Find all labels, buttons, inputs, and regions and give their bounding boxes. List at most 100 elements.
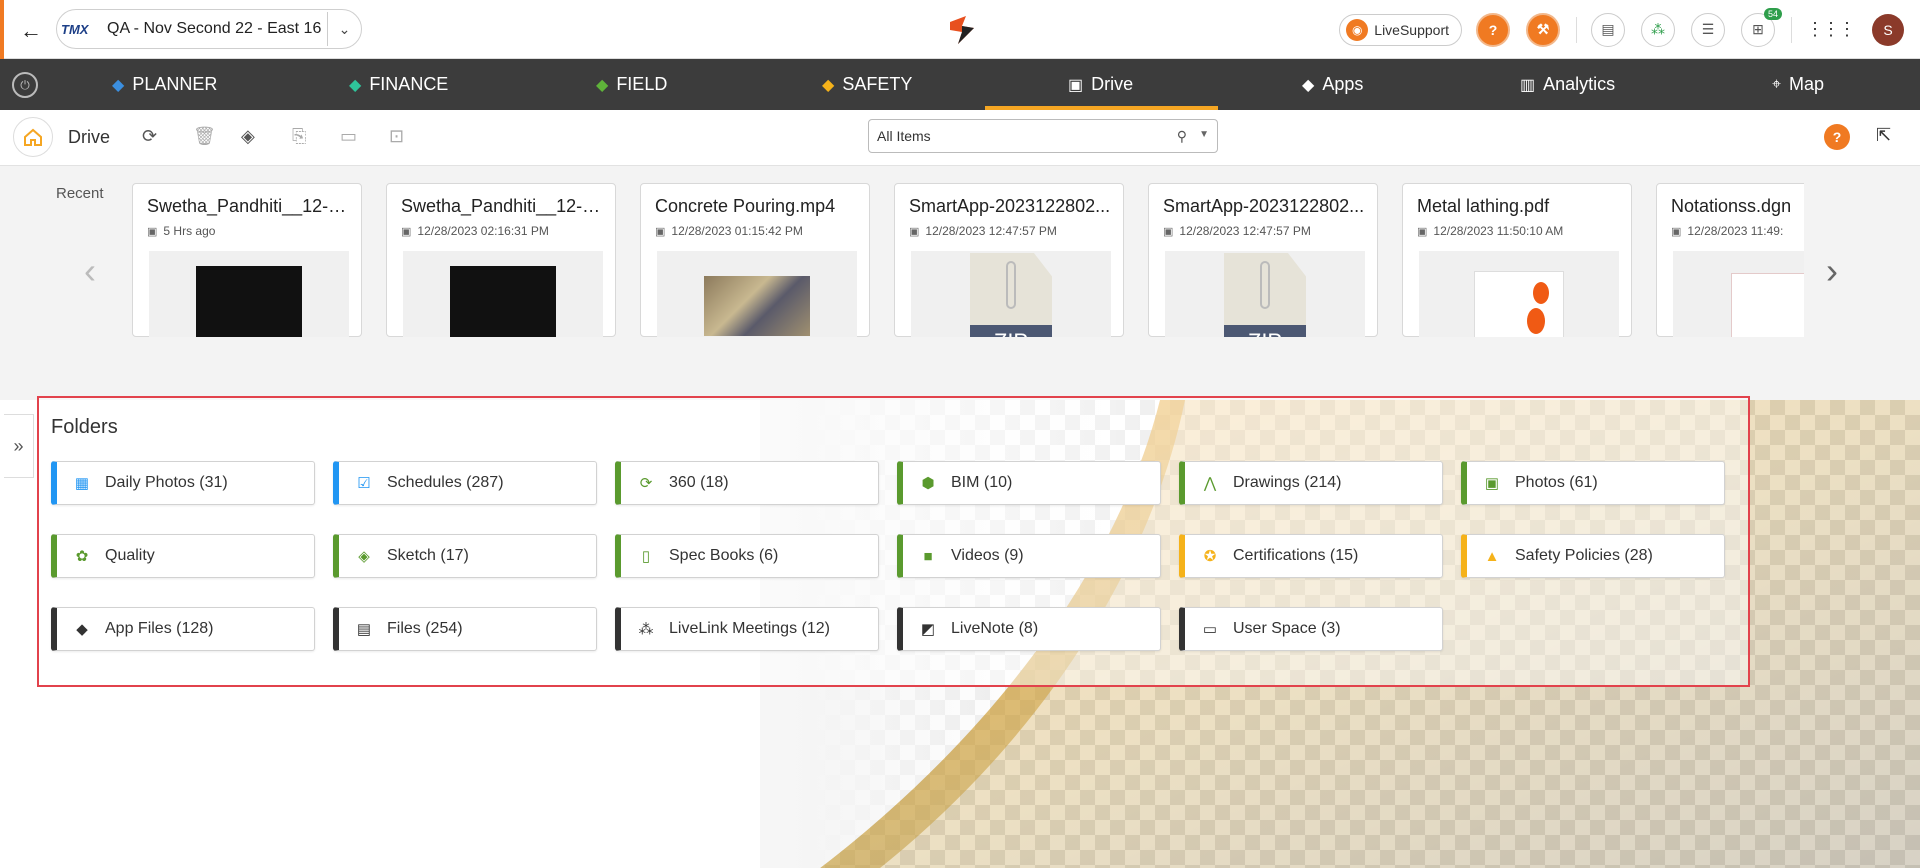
chevron-right-icon[interactable]: › (1826, 250, 1838, 292)
chevron-down-icon[interactable]: ⌄ (327, 12, 361, 46)
card-time-text: 12/28/2023 02:16:31 PM (417, 224, 549, 238)
copy-icon[interactable]: ⎘ (292, 126, 306, 147)
tab-field[interactable]: ◆ FIELD (596, 59, 667, 110)
video-thumb (196, 266, 302, 337)
tab-finance[interactable]: ◆ FINANCE (349, 59, 448, 110)
external-link-icon[interactable]: ⇱ (1876, 125, 1891, 146)
gear-badge-icon: ✿ (75, 548, 89, 565)
folder-tile[interactable]: ▯ Spec Books (6) (615, 534, 879, 578)
dgn-thumb (1731, 273, 1804, 337)
folder-tile[interactable]: ▤ Files (254) (333, 607, 597, 651)
help-icon[interactable]: ? (1824, 124, 1850, 150)
tab-apps[interactable]: ◆ Apps (1302, 59, 1363, 110)
scanner-icon[interactable]: ▤ (1591, 12, 1625, 47)
tab-drive[interactable]: ▣ Drive (1068, 59, 1133, 110)
app-grid-icon[interactable]: ⋮⋮⋮ (1806, 19, 1856, 40)
card-thumbnail (149, 251, 349, 337)
caret-down-icon[interactable]: ▼ (1199, 129, 1209, 140)
refresh-icon[interactable]: ⟳ (142, 126, 157, 147)
recent-card[interactable]: Concrete Pouring.mp4 ▣ 12/28/2023 01:15:4… (640, 183, 870, 337)
folder-label: Files (254) (387, 620, 463, 637)
card-title: Metal lathing.pdf (1417, 196, 1550, 216)
folder-tile[interactable]: ☑ Schedules (287) (333, 461, 597, 505)
image-icon: ▣ (1484, 475, 1500, 492)
chevron-left-icon[interactable]: ‹ (84, 250, 96, 292)
nav-home-icon[interactable]: ⏻ (12, 72, 38, 98)
folder-tile[interactable]: ▲ Safety Policies (28) (1461, 534, 1725, 578)
zip-file-icon: ZIP (1224, 253, 1306, 337)
folder-tile[interactable]: ◩ LiveNote (8) (897, 607, 1161, 651)
filter-select[interactable]: All Items ⚲ ▼ (868, 119, 1218, 153)
project-selector[interactable]: TMX QA - Nov Second 22 - East 16 ⌄ (56, 9, 362, 49)
folder-tile[interactable]: ✿ Quality (51, 534, 315, 578)
clock-icon: ▣ (147, 226, 158, 238)
home-button[interactable] (13, 117, 53, 157)
drive-toolbar: Drive ⟳ 🗑 ◈ ⎘ ▭ ⊡ All Items ⚲ ▼ ? ⇱ (0, 110, 1920, 166)
folder-tile[interactable]: ▦ Daily Photos (31) (51, 461, 315, 505)
card-title: Concrete Pouring.mp4 (655, 196, 836, 216)
card-title: Notationss.dgn (1671, 196, 1792, 216)
cart-icon[interactable]: ⊞ 54 (1741, 7, 1782, 47)
tab-safety[interactable]: ◆ SAFETY (822, 59, 912, 110)
folder-tile[interactable]: ▭ User Space (3) (1179, 607, 1443, 651)
folder-move-icon[interactable]: ▭ (340, 126, 357, 147)
recent-card[interactable]: Swetha_Pandhiti__12-2... ▣ 5 Hrs ago (132, 183, 362, 337)
share-nodes-icon[interactable]: ⁂ (1641, 12, 1675, 47)
recent-card[interactable]: SmartApp-2023122802... ▣ 12/28/2023 12:47… (1148, 183, 1378, 337)
folder-tile[interactable]: ◈ Sketch (17) (333, 534, 597, 578)
hammer-icon[interactable]: ⚒ (1526, 12, 1560, 47)
live-support-button[interactable]: ◉ LiveSupport (1339, 13, 1462, 46)
folder-tile[interactable]: ⬢ BIM (10) (897, 461, 1161, 505)
recent-card[interactable]: Swetha_Pandhiti__12-2... ▣ 12/28/2023 02:… (386, 183, 616, 337)
card-thumbnail: ZIP (911, 251, 1111, 337)
headset-icon: ◉ (1346, 18, 1369, 41)
back-arrow-icon[interactable]: ← (20, 18, 42, 44)
tab-map[interactable]: ⌖ Map (1772, 59, 1824, 110)
folder-tile[interactable]: ⟳ 360 (18) (615, 461, 879, 505)
card-time-text: 12/28/2023 11:50:10 AM (1433, 224, 1564, 238)
task-list-icon[interactable]: ☰ (1691, 12, 1725, 47)
rotate-360-icon: ⟳ (639, 475, 653, 492)
card-time: ▣ 12/28/2023 02:16:31 PM (401, 224, 611, 238)
folder-label: 360 (18) (669, 474, 729, 491)
move-icon[interactable]: ◈ (241, 126, 255, 147)
trash-icon[interactable]: 🗑 (193, 126, 216, 147)
accent-bar (0, 0, 4, 59)
folders-panel: Folders ▦ Daily Photos (31) ☑ Schedules (28… (37, 396, 1750, 687)
folder-label: User Space (3) (1233, 620, 1341, 637)
tab-label: PLANNER (132, 74, 218, 94)
folder-tile[interactable]: ▣ Photos (61) (1461, 461, 1725, 505)
recent-card[interactable]: Metal lathing.pdf ▣ 12/28/2023 11:50:10 A… (1402, 183, 1632, 337)
recent-section: Recent ‹ › Swetha_Pandhiti__12-2... ▣ 5 H… (0, 166, 1920, 400)
folder-tile[interactable]: ✪ Certifications (15) (1179, 534, 1443, 578)
note-image-icon: ◩ (920, 621, 936, 638)
expand-sidebar-icon[interactable]: » (4, 414, 34, 478)
card-thumbnail (403, 251, 603, 337)
calendar-check-icon: ☑ (357, 475, 371, 492)
card-time: ▣ 12/28/2023 11:49: (1671, 224, 1804, 238)
folder-label: App Files (128) (105, 620, 214, 637)
field-icon: ◆ (596, 76, 609, 94)
tab-analytics[interactable]: ▥ Analytics (1520, 59, 1615, 110)
search-icon[interactable]: ⚲ (1177, 128, 1187, 145)
drive-icon: ▭ (1202, 621, 1218, 638)
folder-tile[interactable]: ⋀ Drawings (214) (1179, 461, 1443, 505)
page-title: Drive (68, 127, 111, 147)
finance-icon: ◆ (349, 76, 362, 94)
card-title: Swetha_Pandhiti__12-2... (401, 196, 606, 216)
tab-label: Drive (1091, 74, 1134, 94)
lock-folder-icon[interactable]: ⊡ (389, 126, 404, 147)
folder-tile[interactable]: ⁂ LiveLink Meetings (12) (615, 607, 879, 651)
folder-label: Photos (61) (1515, 474, 1598, 491)
sketch-icon: ◈ (358, 548, 370, 565)
help-icon[interactable]: ? (1476, 12, 1510, 47)
zip-label: ZIP (970, 325, 1052, 337)
tab-planner[interactable]: ◆ PLANNER (112, 59, 217, 110)
recent-card[interactable]: SmartApp-2023122802... ▣ 12/28/2023 12:47… (894, 183, 1124, 337)
avatar[interactable]: S (1872, 13, 1904, 46)
folder-label: Quality (105, 547, 155, 564)
folder-tile[interactable]: ■ Videos (9) (897, 534, 1161, 578)
tab-label: Apps (1322, 74, 1364, 94)
folder-tile[interactable]: ◆ App Files (128) (51, 607, 315, 651)
recent-card[interactable]: Notationss.dgn ▣ 12/28/2023 11:49: (1656, 183, 1804, 337)
